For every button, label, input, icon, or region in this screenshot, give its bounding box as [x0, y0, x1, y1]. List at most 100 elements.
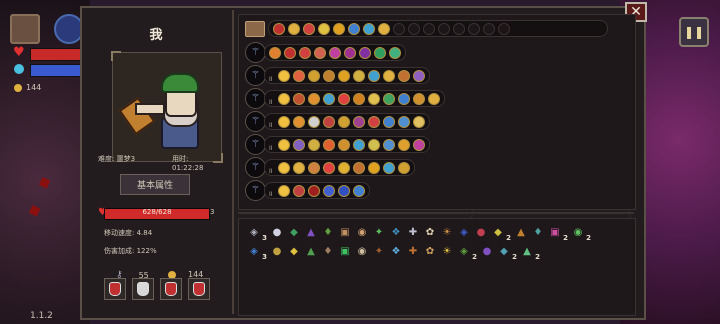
purple-hat-icon[interactable]: ▲ — [304, 225, 318, 239]
blue-flame-icon[interactable]: ◈ 3 — [247, 244, 267, 262]
skull-icon[interactable]: ◉ — [355, 244, 369, 258]
rune-icon[interactable] — [382, 138, 395, 151]
rune-icon[interactable] — [277, 115, 290, 128]
rune-icon[interactable] — [307, 115, 320, 128]
blue-flower-icon[interactable]: ◈ — [457, 225, 471, 239]
rune-icon[interactable] — [397, 138, 410, 151]
rune-icon[interactable] — [397, 115, 410, 128]
staff-blue-icon[interactable]: ⚚ — [245, 65, 266, 86]
rune-icon[interactable] — [303, 22, 315, 35]
shield-ring-icon[interactable]: ◈ 3 — [247, 225, 267, 243]
rune-icon[interactable] — [389, 46, 401, 59]
mask-icon[interactable]: ● — [480, 244, 494, 258]
rune-icon[interactable] — [352, 69, 365, 82]
rune-icon[interactable] — [374, 46, 386, 59]
snowflake-icon[interactable]: ❖ — [389, 244, 403, 258]
wing-icon[interactable]: ● — [270, 244, 284, 258]
rune-icon[interactable] — [288, 22, 300, 35]
rune-icon[interactable] — [269, 46, 281, 59]
rune-icon[interactable] — [397, 69, 410, 82]
rune-icon[interactable] — [292, 115, 305, 128]
potion-slot[interactable] — [188, 278, 210, 300]
rune-icon[interactable] — [352, 184, 365, 197]
rune-icon[interactable] — [337, 92, 350, 105]
rune-icon[interactable] — [397, 161, 410, 174]
rune-icon[interactable] — [363, 22, 375, 35]
empty-rune-slot[interactable] — [393, 22, 405, 35]
green-gem-icon[interactable]: ◆ — [287, 225, 301, 239]
rune-icon[interactable] — [412, 115, 425, 128]
gear-icon[interactable]: ♦ — [531, 225, 545, 239]
rune-icon[interactable] — [337, 69, 350, 82]
basic-attributes-button[interactable]: 基本属性 — [120, 174, 190, 195]
rune-icon[interactable] — [277, 184, 290, 197]
sack-icon[interactable]: ♦ — [321, 244, 335, 258]
rune-icon[interactable] — [333, 22, 345, 35]
rune-icon[interactable] — [318, 22, 330, 35]
rune-icon[interactable] — [292, 92, 305, 105]
rune-icon[interactable] — [412, 69, 425, 82]
yellow-horn-icon[interactable]: ◆ 2 — [491, 225, 511, 243]
staff-red-icon[interactable]: ⚚ — [245, 180, 266, 201]
empty-rune-slot[interactable] — [453, 22, 465, 35]
rune-icon[interactable] — [329, 46, 341, 59]
feather-icon[interactable]: ◉ 2 — [571, 225, 591, 243]
rune-icon[interactable] — [412, 92, 425, 105]
rune-icon[interactable] — [322, 161, 335, 174]
empty-rune-slot[interactable] — [408, 22, 420, 35]
rune-icon[interactable] — [277, 69, 290, 82]
rune-icon[interactable] — [352, 92, 365, 105]
green-seed-icon[interactable]: ✦ — [372, 225, 386, 239]
rune-icon[interactable] — [352, 138, 365, 151]
pearl-icon[interactable]: ● — [270, 225, 284, 239]
rune-icon[interactable] — [367, 138, 380, 151]
chest-icon[interactable] — [245, 20, 265, 37]
boot-green-icon[interactable]: ◈ 2 — [457, 244, 477, 262]
rune-icon[interactable] — [307, 69, 320, 82]
crystal-icon[interactable]: ▲ 2 — [520, 244, 540, 262]
rune-icon[interactable] — [322, 184, 335, 197]
magnifier-icon[interactable]: ✚ — [406, 225, 420, 239]
rune-icon[interactable] — [273, 22, 285, 35]
sun-icon[interactable]: ◆ — [287, 244, 301, 258]
rune-icon[interactable] — [337, 161, 350, 174]
rune-icon[interactable] — [344, 46, 356, 59]
rune-icon[interactable] — [322, 115, 335, 128]
leaf-icon[interactable]: ▲ — [304, 244, 318, 258]
rune-icon[interactable] — [382, 115, 395, 128]
candy-icon[interactable]: ▣ 2 — [548, 225, 568, 243]
scroll-icon[interactable]: ▣ — [338, 225, 352, 239]
rune-icon[interactable] — [292, 138, 305, 151]
rune-icon[interactable] — [299, 46, 311, 59]
rune-icon[interactable] — [322, 138, 335, 151]
rune-icon[interactable] — [277, 161, 290, 174]
rune-icon[interactable] — [277, 92, 290, 105]
clover-icon[interactable]: ▣ — [338, 244, 352, 258]
cake-icon[interactable]: ◉ — [355, 225, 369, 239]
rune-icon[interactable] — [378, 22, 390, 35]
staff-gold-icon[interactable]: ⚚ — [245, 157, 266, 178]
potion-slot[interactable] — [104, 278, 126, 300]
rune-icon[interactable] — [427, 92, 440, 105]
rune-icon[interactable] — [284, 46, 296, 59]
rune-icon[interactable] — [367, 69, 380, 82]
staff-purple-icon[interactable]: ⚚ — [245, 111, 266, 132]
knot-icon[interactable]: ● — [474, 225, 488, 239]
treasure-chest-icon[interactable] — [10, 14, 40, 44]
staff-violet-icon[interactable]: ⚚ — [245, 134, 266, 155]
rune-icon[interactable] — [277, 138, 290, 151]
rune-icon[interactable] — [292, 69, 305, 82]
empty-rune-slot[interactable] — [483, 22, 495, 35]
potion-slot[interactable] — [132, 278, 154, 300]
rune-icon[interactable] — [307, 92, 320, 105]
lantern-icon[interactable]: ☀ — [440, 225, 454, 239]
rune-icon[interactable] — [382, 92, 395, 105]
rune-icon[interactable] — [337, 138, 350, 151]
rune-icon[interactable] — [307, 184, 320, 197]
empty-rune-slot[interactable] — [468, 22, 480, 35]
book-icon[interactable]: ✦ — [372, 244, 386, 258]
rune-icon[interactable] — [322, 69, 335, 82]
rune-icon[interactable] — [307, 138, 320, 151]
rune-icon[interactable] — [352, 115, 365, 128]
empty-rune-slot[interactable] — [423, 22, 435, 35]
